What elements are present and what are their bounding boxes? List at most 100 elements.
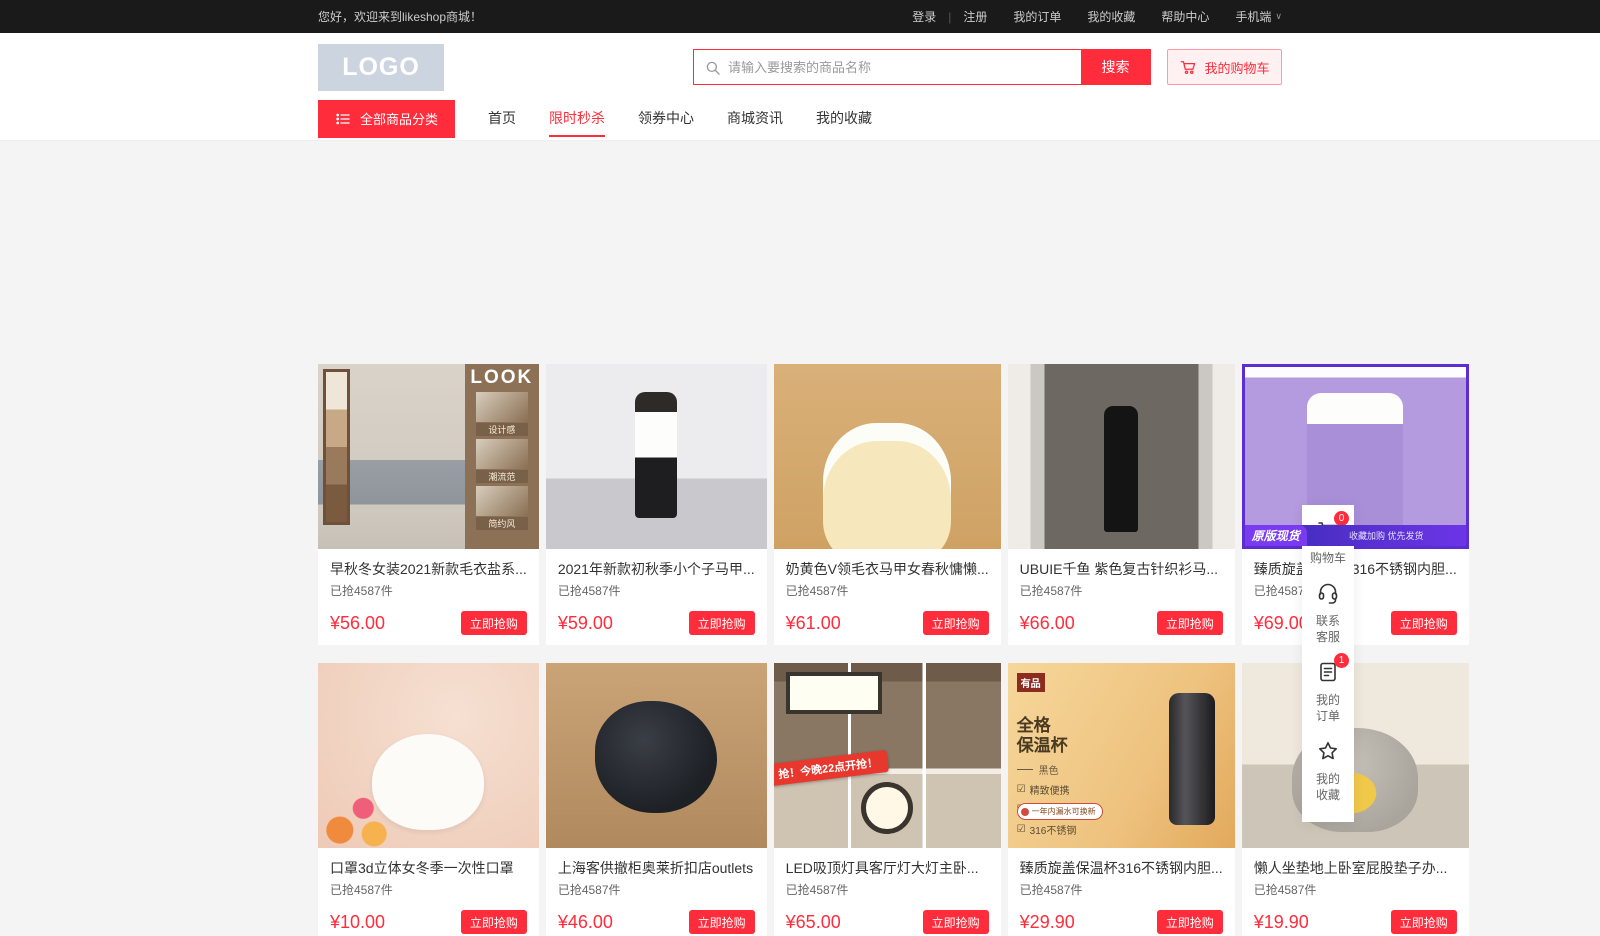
product-image: 有品全格 保温杯黑色☑精致便携☑密封防漏☑316不锈钢一年内漏水可换新: [1008, 663, 1235, 848]
product-price: ¥59.00: [558, 613, 613, 634]
nav-coupon-center[interactable]: 领券中心: [638, 97, 694, 140]
thermos-title: 全格 保温杯: [1017, 716, 1077, 755]
product-sold-count: 已抢4587件: [558, 881, 755, 898]
buy-now-button[interactable]: 立即抢购: [1157, 611, 1223, 635]
category-list-icon: [335, 111, 351, 127]
header: LOGO 搜索 我的购物车: [0, 33, 1600, 97]
product-sold-count: 已抢4587件: [1020, 881, 1223, 898]
sidebar-cart-label: 购物车: [1302, 550, 1354, 566]
cart-count-badge: 0: [1334, 511, 1349, 526]
buy-now-button[interactable]: 立即抢购: [461, 910, 527, 934]
sidebar-customer-service-label: 联系 客服: [1302, 613, 1354, 645]
product-card[interactable]: LOOK设计感潮流范简约风 早秋冬女装2021新款毛衣盐系... 已抢4587件…: [318, 364, 539, 645]
order-icon: 1: [1316, 660, 1340, 684]
brand-badge: 有品: [1017, 673, 1045, 692]
sidebar-customer-service[interactable]: 联系 客服: [1302, 581, 1354, 645]
divider: |: [948, 10, 951, 24]
product-image: 抢！今晚22点开抢！: [774, 663, 1001, 848]
product-image: [546, 364, 767, 549]
buy-now-button[interactable]: 立即抢购: [1391, 910, 1457, 934]
nav-my-favorites[interactable]: 我的收藏: [816, 97, 872, 140]
thermos-info: 有品全格 保温杯黑色☑精致便携☑密封防漏☑316不锈钢一年内漏水可换新: [1017, 673, 1077, 837]
product-card[interactable]: 2021年新款初秋季小个子马甲... 已抢4587件 ¥59.00 立即抢购: [546, 364, 767, 645]
product-card[interactable]: 有品全格 保温杯黑色☑精致便携☑密封防漏☑316不锈钢一年内漏水可换新 臻质旋盖…: [1008, 663, 1235, 936]
product-image: [1008, 364, 1235, 549]
feature-row: ☑316不锈钢: [1017, 822, 1077, 837]
buy-now-button[interactable]: 立即抢购: [1157, 910, 1223, 934]
product-card[interactable]: 奶黄色V领毛衣马甲女春秋慵懒... 已抢4587件 ¥61.00 立即抢购: [774, 364, 1001, 645]
thermos-color-label: 黑色: [1017, 762, 1077, 777]
product-sold-count: 已抢4587件: [330, 881, 527, 898]
look-panel: LOOK设计感潮流范简约风: [465, 364, 539, 549]
checkbox-icon: ☑: [1017, 824, 1026, 835]
product-image: LOOK设计感潮流范简约风: [318, 364, 539, 549]
sidebar-my-favorites[interactable]: 我的 收藏: [1302, 739, 1354, 803]
content-area: LOOK设计感潮流范简约风 早秋冬女装2021新款毛衣盐系... 已抢4587件…: [0, 141, 1600, 936]
my-cart-button[interactable]: 我的购物车: [1167, 49, 1282, 85]
product-sold-count: 已抢4587件: [1254, 881, 1457, 898]
help-center-link[interactable]: 帮助中心: [1161, 8, 1209, 25]
product-card[interactable]: 抢！今晚22点开抢！ LED吸顶灯具客厅灯大灯主卧... 已抢4587件 ¥65…: [774, 663, 1001, 936]
presale-banner-title: 原版现货: [1245, 525, 1307, 546]
buy-now-button[interactable]: 立即抢购: [689, 910, 755, 934]
floating-sidebar: 0 购物车 联系 客服 1 我的 订单 我的 收藏: [1302, 505, 1354, 822]
my-favorites-link[interactable]: 我的收藏: [1087, 8, 1135, 25]
sidebar-my-orders[interactable]: 1 我的 订单: [1302, 660, 1354, 724]
product-image: 原版现货收藏加购 优先发货: [1242, 364, 1469, 549]
buy-now-button[interactable]: 立即抢购: [923, 910, 989, 934]
feature-row: ☑精致便携: [1017, 782, 1077, 797]
all-categories-button[interactable]: 全部商品分类: [318, 100, 455, 138]
product-title: 臻质旋盖保温杯316不锈钢内胆...: [1020, 858, 1223, 878]
welcome-message: 您好，欢迎来到likeshop商城！: [318, 8, 482, 25]
nav-home[interactable]: 首页: [488, 97, 516, 140]
product-card[interactable]: 原版现货收藏加购 优先发货 臻质旋盖保温杯316不锈钢内胆... 已抢4587件…: [1242, 364, 1469, 645]
product-image: [318, 663, 539, 848]
product-title: 懒人坐垫地上卧室屁股垫子办...: [1254, 858, 1457, 878]
product-sold-count: 已抢4587件: [1254, 582, 1457, 599]
nav-flash-sale[interactable]: 限时秒杀: [549, 97, 605, 140]
product-card[interactable]: 懒人坐垫地上卧室屁股垫子办... 已抢4587件 ¥19.90 立即抢购: [1242, 663, 1469, 936]
product-price: ¥61.00: [786, 613, 841, 634]
look-tag-label: 潮流范: [476, 470, 528, 483]
product-image: [774, 364, 1001, 549]
product-title: 口罩3d立体女冬季一次性口罩: [330, 858, 527, 878]
product-title: UBUIE千鱼 紫色复古针织衫马...: [1020, 559, 1223, 579]
product-card[interactable]: 口罩3d立体女冬季一次性口罩 已抢4587件 ¥10.00 立即抢购: [318, 663, 539, 936]
search-button[interactable]: 搜索: [1081, 50, 1150, 84]
mobile-site-link[interactable]: 手机端 ∨: [1235, 8, 1282, 25]
product-grid: LOOK设计感潮流范简约风 早秋冬女装2021新款毛衣盐系... 已抢4587件…: [318, 364, 1282, 936]
register-link[interactable]: 注册: [963, 8, 987, 25]
product-sold-count: 已抢4587件: [786, 582, 989, 599]
product-title: 早秋冬女装2021新款毛衣盐系...: [330, 559, 527, 579]
sidebar-my-favorites-label: 我的 收藏: [1302, 771, 1354, 803]
product-image: [1242, 663, 1469, 848]
buy-now-button[interactable]: 立即抢购: [689, 611, 755, 635]
product-price: ¥56.00: [330, 613, 385, 634]
headset-icon: [1316, 581, 1340, 605]
my-orders-link[interactable]: 我的订单: [1013, 8, 1061, 25]
look-panel-title: LOOK: [465, 367, 539, 389]
presale-banner: 原版现货收藏加购 优先发货: [1245, 525, 1466, 546]
look-tag-label: 简约风: [476, 517, 528, 530]
product-price: ¥10.00: [330, 912, 385, 933]
product-title: 2021年新款初秋季小个子马甲...: [558, 559, 755, 579]
product-card[interactable]: UBUIE千鱼 紫色复古针织衫马... 已抢4587件 ¥66.00 立即抢购: [1008, 364, 1235, 645]
nav-mall-news[interactable]: 商城资讯: [727, 97, 783, 140]
buy-now-button[interactable]: 立即抢购: [923, 611, 989, 635]
product-price: ¥65.00: [786, 912, 841, 933]
buy-now-button[interactable]: 立即抢购: [461, 611, 527, 635]
login-link[interactable]: 登录: [912, 8, 936, 25]
presale-banner-subtitle: 收藏加购 优先发货: [1307, 529, 1466, 542]
site-logo[interactable]: LOGO: [318, 44, 444, 91]
product-price: ¥29.90: [1020, 912, 1075, 933]
search-input[interactable]: [694, 50, 1081, 84]
product-sold-count: 已抢4587件: [786, 881, 989, 898]
flash-sale-ribbon: 抢！今晚22点开抢！: [774, 750, 889, 786]
product-sold-count: 已抢4587件: [330, 582, 527, 599]
product-image: [546, 663, 767, 848]
product-sold-count: 已抢4587件: [1020, 582, 1223, 599]
search-icon: [704, 59, 722, 77]
product-card[interactable]: 上海客供撤柜奥莱折扣店outlets 已抢4587件 ¥46.00 立即抢购: [546, 663, 767, 936]
buy-now-button[interactable]: 立即抢购: [1391, 611, 1457, 635]
product-title: 奶黄色V领毛衣马甲女春秋慵懒...: [786, 559, 989, 579]
